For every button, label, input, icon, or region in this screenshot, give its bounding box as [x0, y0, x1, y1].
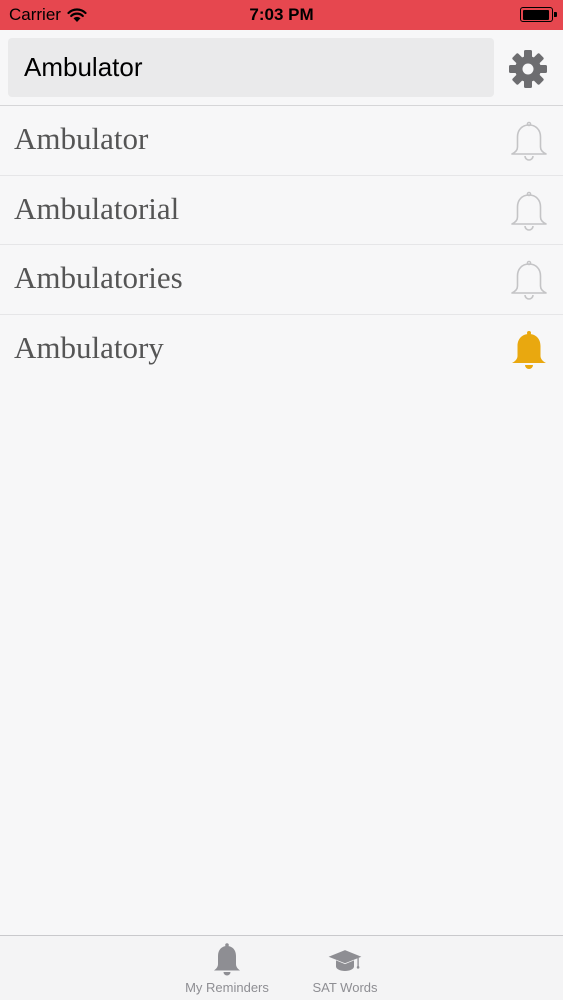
word-label: Ambulatory: [14, 329, 164, 365]
tab-sat-words[interactable]: SAT Words: [290, 936, 400, 1000]
status-time: 7:03 PM: [249, 5, 314, 24]
bell-icon: [214, 943, 240, 976]
word-list: Ambulator Ambulatorial Ambulatories Ambu…: [0, 106, 563, 384]
tab-bar: My Reminders SAT Words: [0, 935, 563, 1000]
bell-outline-icon[interactable]: [508, 260, 550, 302]
tab-label: My Reminders: [185, 980, 269, 995]
settings-button[interactable]: [506, 47, 550, 91]
gear-icon: [509, 50, 547, 88]
word-label: Ambulator: [14, 121, 149, 156]
search-input[interactable]: [8, 38, 494, 97]
word-row[interactable]: Ambulatories: [0, 245, 563, 315]
battery-icon: [520, 7, 557, 22]
tab-label: SAT Words: [312, 980, 378, 995]
tab-my-reminders[interactable]: My Reminders: [172, 936, 282, 1000]
word-row[interactable]: Ambulatory: [0, 314, 563, 384]
status-bar: Carrier 7:03 PM: [0, 0, 563, 30]
bell-outline-icon[interactable]: [508, 191, 550, 233]
graduation-cap-icon: [328, 950, 362, 972]
bell-outline-icon[interactable]: [508, 121, 550, 163]
word-row[interactable]: Ambulator: [0, 106, 563, 176]
word-label: Ambulatories: [14, 260, 183, 295]
word-row[interactable]: Ambulatorial: [0, 175, 563, 245]
search-bar: [0, 30, 563, 106]
bell-filled-icon[interactable]: [508, 330, 550, 372]
word-label: Ambulatorial: [14, 190, 180, 226]
